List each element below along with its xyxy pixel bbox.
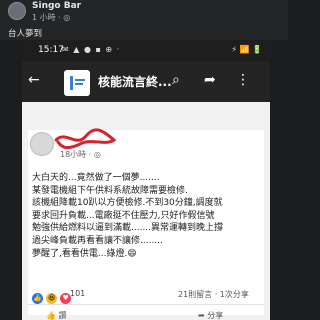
avatar[interactable]	[8, 2, 26, 20]
post-time: 1 小時	[32, 13, 56, 22]
post-card: 18小時 · ◎ 大白天的...竟然做了一個夢....... 某發電機組下午供料…	[28, 128, 264, 320]
post-body: 大白天的...竟然做了一個夢....... 某發電機組下午供料系統故障需要檢修.…	[32, 173, 224, 259]
poster-avatar[interactable]	[30, 132, 54, 156]
post-author[interactable]: Singo Bar	[32, 1, 81, 11]
like-label: 讚	[58, 311, 67, 320]
post-meta: 1 小時 · ◎	[32, 12, 70, 23]
search-icon[interactable]: ⌕	[172, 72, 180, 88]
post-caption: 台人夢到	[8, 29, 43, 39]
status-bar: 15:17 ✉ ▲ ● ▪ ⊕ · ⚡ 📶 🔋	[22, 40, 270, 62]
globe-icon: · ◎	[58, 13, 71, 22]
app-bar: ← 核能流言終... ⌕ ➦ ⋮	[22, 62, 270, 102]
haha-icon: 😆	[46, 293, 58, 304]
outer-post-header: Singo Bar 1 小時 · ◎ 台人夢到	[0, 0, 288, 40]
page-logo[interactable]	[64, 70, 90, 96]
divider	[28, 304, 264, 305]
page-title[interactable]: 核能流言終...	[98, 73, 172, 90]
system-icons: ⚡ 📶 🔋	[231, 45, 262, 54]
like-button[interactable]: 👍 讚	[46, 310, 67, 320]
share-button[interactable]: ➦ 分享	[198, 310, 223, 320]
more-icon[interactable]: ⋮	[236, 72, 250, 88]
like-icon: 👍	[32, 293, 43, 304]
share-label: 分享	[207, 311, 224, 320]
share-icon[interactable]: ➦	[204, 72, 216, 88]
globe-icon: ◎	[93, 150, 101, 159]
comment-share-count[interactable]: 21則留言 · 1次分享	[178, 289, 249, 300]
notification-icons: ✉ ▲ ● ▪ ⊕ ·	[62, 45, 121, 54]
post-time-inner: 18小時 · ◎	[60, 149, 101, 160]
phone-screenshot[interactable]: 15:17 ✉ ▲ ● ▪ ⊕ · ⚡ 📶 🔋 ← 核能流言終... ⌕ ➦ ⋮…	[22, 40, 270, 320]
reaction-icons[interactable]: 👍 😆 ♥	[32, 288, 72, 304]
reaction-count[interactable]: 101	[70, 289, 85, 298]
back-arrow-icon[interactable]: ←	[28, 72, 40, 88]
post-time-label: 18小時 ·	[60, 150, 94, 159]
status-time: 15:17	[38, 45, 64, 55]
